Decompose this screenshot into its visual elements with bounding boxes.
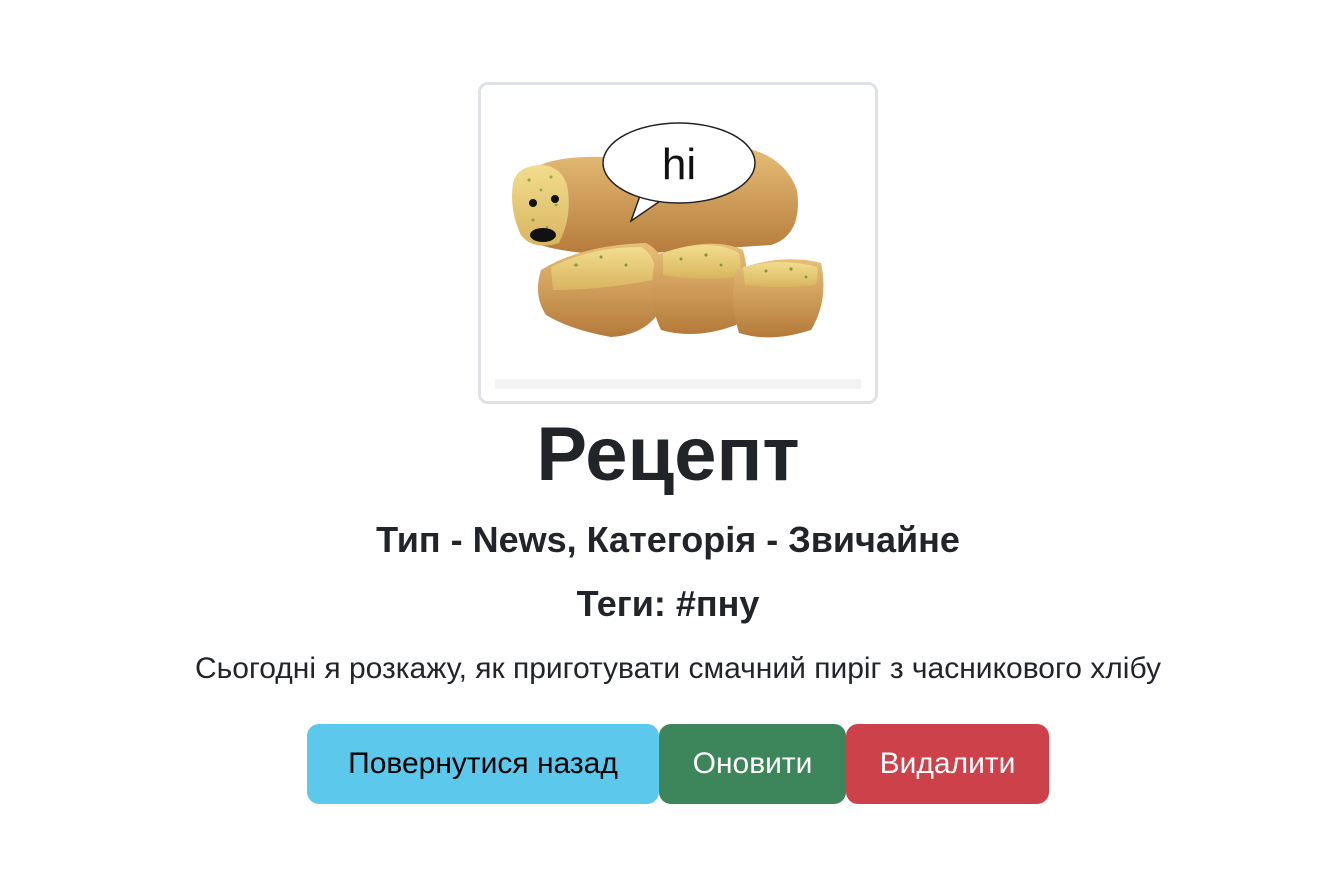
eye-icon — [551, 195, 559, 203]
back-button[interactable]: Повернутися назад — [307, 724, 659, 804]
recipe-tags: Теги: #пну — [576, 583, 760, 624]
eye-icon — [529, 199, 537, 207]
garlic-bread-illustration: hi — [481, 85, 875, 401]
recipe-page: hi Рецепт Тип - News, Категорія - Звичай… — [0, 0, 1336, 872]
mouth-icon — [530, 228, 556, 242]
recipe-description: Сьогодні я розкажу, як приготувати смачн… — [195, 652, 1161, 685]
recipe-type-category: Тип - News, Категорія - Звичайне — [376, 519, 960, 560]
speech-bubble-text: hi — [662, 140, 696, 189]
recipe-title: Рецепт — [536, 412, 800, 497]
recipe-image: hi — [478, 82, 878, 404]
update-button[interactable]: Оновити — [659, 724, 846, 804]
delete-button[interactable]: Видалити — [846, 724, 1049, 804]
